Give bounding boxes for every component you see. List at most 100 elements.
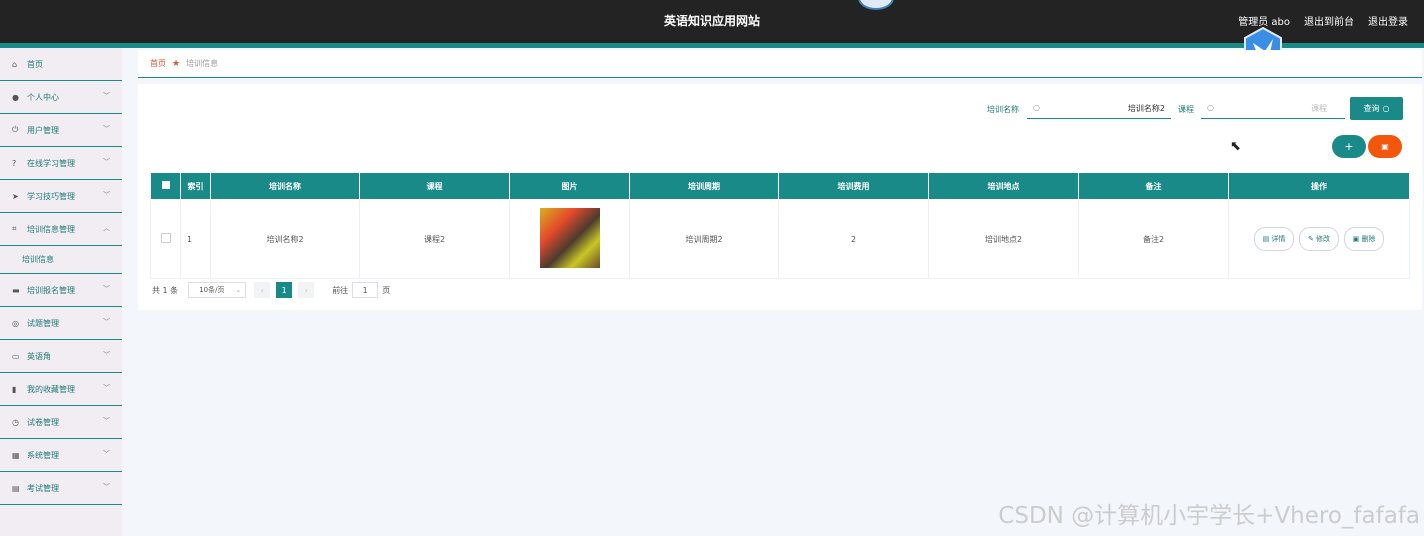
bookmark-icon: ▮ [12,384,17,394]
top-right-links: 管理员 abo 退出到前台 退出登录 [1238,13,1408,28]
cell-location: 培训地点2 [928,199,1079,279]
col-fee: 培训费用 [778,172,929,200]
sidebar-item-label: 培训信息管理 [27,224,75,234]
cell-name: 培训名称2 [210,199,360,279]
chevron-right-icon: › [304,285,308,295]
name-search-input[interactable]: ○ 培训名称2 [1027,97,1171,119]
query-button[interactable]: 查询 ○ [1350,97,1403,120]
total-count: 共 1 条 [152,285,179,295]
sidebar-item[interactable]: ➤ 学习技巧管理 ﹀ [0,180,122,213]
chevron-down-icon: ﹀ [103,384,110,392]
home-icon: ⌂ [12,59,18,69]
chevron-down-icon: ﹀ [103,351,110,359]
chevron-down-icon: ﹀ [103,158,110,166]
table-header-row: 索引 培训名称 课程 图片 培训周期 培训费用 培训地点 备注 操作 [150,172,1410,200]
sidebar-item[interactable]: ◷ 试卷管理 ﹀ [0,406,122,439]
sidebar-item[interactable]: ⏻ 用户管理 ﹀ [0,114,122,147]
search-icon: ○ [1207,103,1214,112]
question-icon: ? [12,158,17,168]
page-number-current[interactable]: 1 [276,282,293,298]
admin-name: 管理员 abo [1238,17,1290,28]
edit-label: 修改 [1316,235,1331,243]
chevron-down-icon: ﹀ [103,450,110,458]
name-search-value: 培训名称2 [1127,104,1165,113]
send-icon: ➤ [12,191,19,201]
training-image[interactable] [539,208,600,268]
col-course: 课程 [359,172,510,200]
sidebar-item-label: 考试管理 [27,483,59,493]
edit-button[interactable]: ✎ 修改 [1298,227,1340,251]
watermark: CSDN @计算机小宇学长+Vhero_fafafa [998,503,1420,529]
sidebar-item[interactable]: ▭ 英语角 ﹀ [0,340,122,373]
sidebar: ⌂ 首页 ● 个人中心 ﹀ ⏻ 用户管理 ﹀? 在线学习管理 ﹀ ➤ 学习技巧管理 ﹀ ⌗ 培训信息管理 ︿ 培… [0,48,122,536]
sidebar-item-label: 试卷管理 [27,417,59,427]
data-table: 索引 培训名称 课程 图片 培训周期 培训费用 培训地点 备注 操作 1 培训名… [150,172,1410,279]
sidebar-item[interactable]: ▬ 培训报名管理 ﹀ [0,274,122,307]
cell-period: 培训周期2 [629,199,779,279]
course-search-label: 课程 [1178,105,1194,114]
cell-image [509,199,630,279]
cell-actions: ▤ 详情 ✎ 修改 ▣ 删除 [1228,199,1410,279]
top-bar: 英语知识应用网站 管理员 abo 退出到前台 退出登录 [0,0,1424,43]
plus-icon: + [1344,140,1354,153]
cell-course: 课程2 [359,199,510,279]
trash-icon: ▣ [1381,142,1389,151]
sidebar-item-label: 我的收藏管理 [27,384,75,394]
sidebar-item[interactable]: ▤ 考试管理 ﹀ [0,472,122,505]
course-search-input[interactable]: ○ 课程 [1201,97,1345,119]
sidebar-item[interactable]: ⌂ 首页 [0,48,122,81]
select-all-header[interactable] [150,172,181,200]
select-all-checkbox[interactable] [161,181,170,189]
breadcrumb-current: 培训信息 [186,59,219,68]
mouse-cursor-icon: ⬉ [1230,139,1241,154]
detail-label: 详情 [1271,235,1286,243]
star-icon: ★ [172,58,181,69]
col-name: 培训名称 [210,172,360,200]
sidebar-item-label: 在线学习管理 [27,158,75,168]
sidebar-item-label: 首页 [27,59,43,69]
chevron-down-icon: ﹀ [103,92,110,100]
sidebar-item-label: 英语角 [27,351,51,361]
batch-delete-button[interactable]: ▣ [1368,135,1402,158]
next-page-button[interactable]: › [298,282,315,298]
sidebar-item[interactable]: ? 在线学习管理 ﹀ [0,147,122,180]
chat-icon: ▬ [12,285,20,295]
sidebar-item[interactable]: ⌗ 培训信息管理 ︿ [0,213,122,246]
chevron-down-icon: ⌄ [235,286,242,294]
sidebar-item[interactable]: ▦ 系统管理 ﹀ [0,439,122,472]
sidebar-item-label: 个人中心 [27,92,59,102]
chevron-down-icon: ﹀ [103,285,110,293]
site-title: 英语知识应用网站 [663,14,760,28]
breadcrumb-home[interactable]: 首页 [150,58,166,69]
add-button[interactable]: + [1332,135,1366,158]
cell-remark: 备注2 [1078,199,1229,279]
col-image: 图片 [509,172,630,200]
search-icon: ○ [1033,103,1040,112]
back-to-front-link[interactable]: 退出到前台 [1304,13,1354,28]
edit-icon: ✎ [1307,235,1317,243]
logout-link[interactable]: 退出登录 [1368,13,1408,28]
sidebar-item[interactable]: ◎ 试题管理 ﹀ [0,307,122,340]
crop-icon: ⌗ [12,224,17,233]
pagination: 共 1 条 10条/页 ⌄ ‹ 1 › 前往 1 页 [152,282,390,298]
row-checkbox[interactable] [160,233,171,243]
clipboard-icon: ▤ [12,483,20,493]
course-search-placeholder: 课程 [1311,104,1327,113]
prev-page-button[interactable]: ‹ [254,282,271,298]
sidebar-subitem-training-info[interactable]: 培训信息 [0,246,122,274]
sidebar-item-label: 培训报名管理 [27,285,75,295]
delete-button[interactable]: ▣ 删除 [1343,227,1385,251]
clock-icon: ◷ [12,417,19,427]
sidebar-item[interactable]: ▮ 我的收藏管理 ﹀ [0,373,122,406]
detail-button[interactable]: ▤ 详情 [1253,227,1295,251]
briefcase-icon: ▭ [12,351,20,361]
user-icon: ● [12,92,19,102]
page-size-select[interactable]: 10条/页 ⌄ [188,282,247,298]
chevron-left-icon: ‹ [260,285,264,295]
goto-page-input[interactable]: 1 [352,282,379,298]
sidebar-item[interactable]: ● 个人中心 ﹀ [0,81,122,114]
goto-label: 前往 [332,285,349,295]
chevron-down-icon: ﹀ [103,125,110,133]
row-select-cell[interactable] [150,199,181,279]
main-panel: 培训名称 ○ 培训名称2 课程 ○ 课程 查询 ○ + ▣ 索引 培训名称 课程… [138,84,1422,310]
